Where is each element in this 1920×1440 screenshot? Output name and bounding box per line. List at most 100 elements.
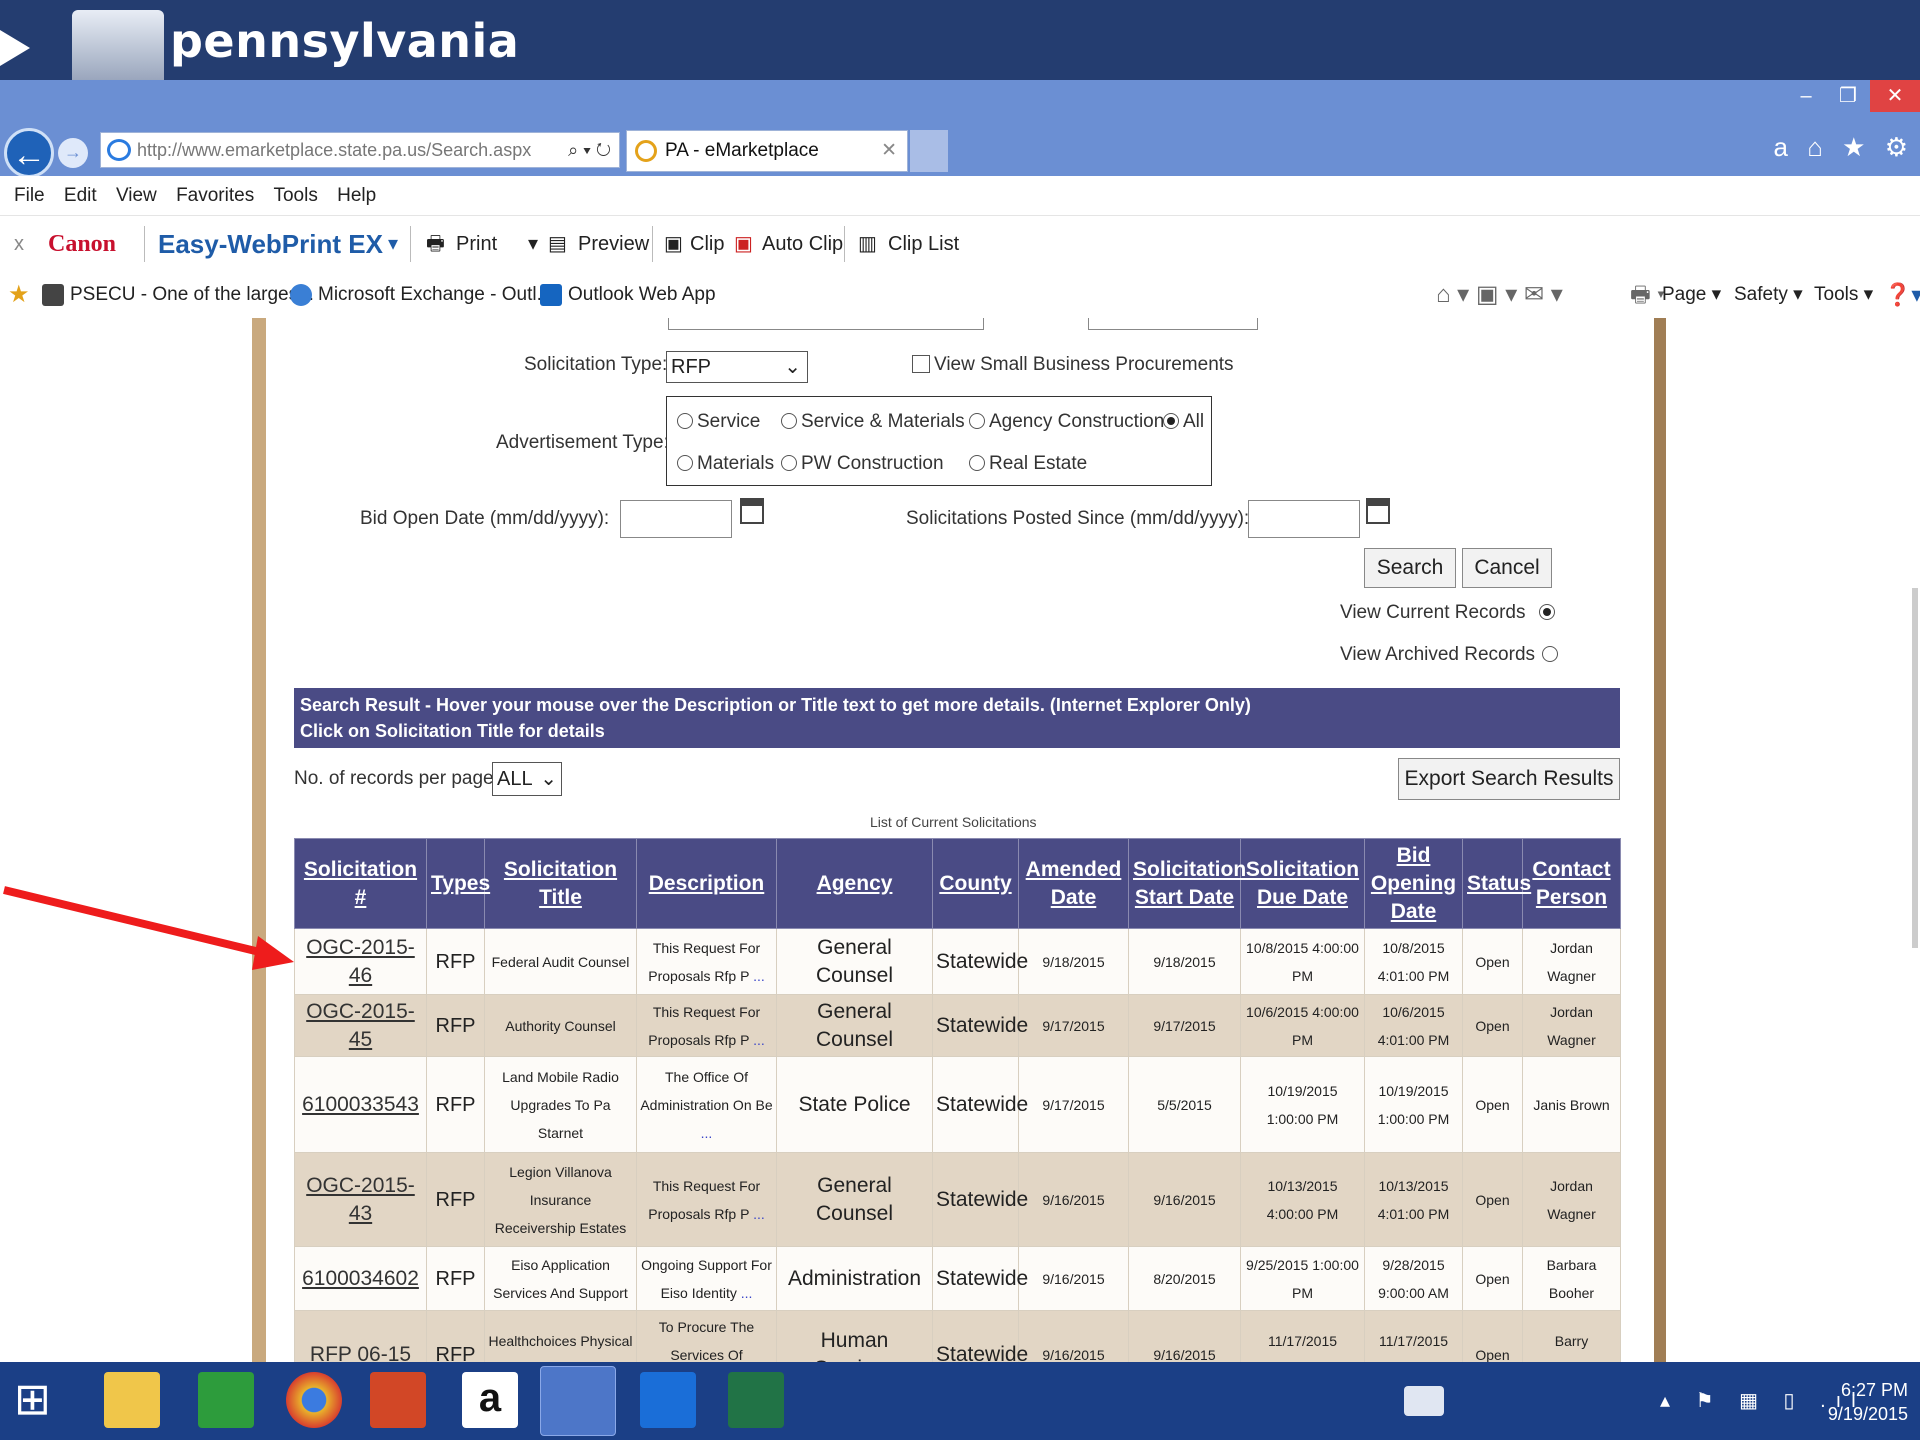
solicitation-number-link[interactable]: OGC-2015-45: [294, 994, 427, 1057]
col-county[interactable]: County: [932, 838, 1019, 929]
maximize-button[interactable]: ❐: [1828, 80, 1868, 112]
cancel-button[interactable]: Cancel: [1462, 548, 1552, 588]
tools-menu[interactable]: Tools ▾: [1814, 272, 1873, 318]
chevron-down-icon[interactable]: ▾: [528, 216, 538, 272]
export-results-button[interactable]: Export Search Results: [1398, 758, 1620, 800]
more-link[interactable]: ...: [741, 1285, 753, 1301]
close-tab-icon[interactable]: ✕: [881, 131, 897, 171]
posted-since-input[interactable]: [1248, 500, 1360, 538]
solicitation-number-link[interactable]: 6100033543: [294, 1056, 427, 1153]
radio-materials[interactable]: Materials: [677, 453, 774, 475]
solicitation-type-select[interactable]: RFP ⌄: [666, 351, 808, 383]
view-current-records[interactable]: View Current Records: [1340, 602, 1559, 624]
back-arrow-icon[interactable]: ←: [4, 128, 54, 178]
home-favorites-settings-icons[interactable]: a ⌂ ★ ⚙: [1774, 132, 1914, 163]
print-icon[interactable]: 🖶 ▾: [1630, 272, 1665, 318]
clip-button[interactable]: Clip: [690, 216, 724, 272]
minimize-button[interactable]: –: [1786, 80, 1826, 112]
favorites-star-icon[interactable]: ★: [8, 272, 30, 318]
favorite-exchange[interactable]: Microsoft Exchange - Outl...: [290, 272, 552, 318]
system-clock[interactable]: 6:27 PM 9/19/2015: [1828, 1378, 1908, 1426]
tab-emarketplace[interactable]: PA - eMarketplace ✕: [626, 130, 908, 172]
small-business-checkbox[interactable]: View Small Business Procurements: [912, 354, 1234, 376]
easy-webprint-menu[interactable]: Easy-WebPrint EX: [158, 216, 383, 272]
col-solicitation-number[interactable]: Solicitation #: [294, 838, 427, 929]
search-refresh-icon[interactable]: ⌕ ▾ ↻: [568, 133, 611, 167]
col-amended-date[interactable]: Amended Date: [1018, 838, 1129, 929]
windows-start-icon[interactable]: ⊞: [14, 1372, 70, 1428]
radio-agency-construction[interactable]: Agency Construction: [969, 411, 1164, 433]
chrome-icon[interactable]: [286, 1372, 342, 1428]
col-agency[interactable]: Agency: [776, 838, 933, 929]
radio-real-estate[interactable]: Real Estate: [969, 453, 1087, 475]
solicitation-title-cell[interactable]: Authority Counsel: [484, 994, 637, 1057]
print-button[interactable]: Print: [456, 216, 497, 272]
col-status[interactable]: Status: [1462, 838, 1531, 929]
toolbar-close[interactable]: x: [14, 216, 24, 272]
more-link[interactable]: ...: [753, 968, 765, 984]
col-solicitation-title[interactable]: Solicitation Title: [484, 838, 637, 929]
internet-explorer-icon[interactable]: [540, 1366, 616, 1436]
radio-icon[interactable]: [969, 455, 985, 471]
solicitation-title-cell[interactable]: Land Mobile Radio Upgrades To Pa Starnet: [484, 1056, 637, 1153]
radio-icon[interactable]: [677, 455, 693, 471]
radio-all[interactable]: All: [1163, 411, 1204, 433]
radio-service[interactable]: Service: [677, 411, 760, 433]
auto-clip-button[interactable]: Auto Clip: [762, 216, 843, 272]
radio-icon[interactable]: [781, 455, 797, 471]
amazon-icon[interactable]: a: [462, 1372, 518, 1428]
safety-menu[interactable]: Safety ▾: [1734, 272, 1803, 318]
home-feeds-mail-print-icons[interactable]: ⌂ ▾ ▣ ▾ ✉ ▾: [1436, 272, 1563, 318]
col-description[interactable]: Description: [636, 838, 777, 929]
col-bid-opening-date[interactable]: Bid Opening Date: [1364, 838, 1463, 929]
more-link[interactable]: ...: [753, 1206, 765, 1222]
radio-pw-construction[interactable]: PW Construction: [781, 453, 944, 475]
solicitation-title-cell[interactable]: Eiso Application Services And Support: [484, 1246, 637, 1311]
page-menu[interactable]: Page ▾: [1662, 272, 1721, 318]
county-input-cut[interactable]: [1088, 318, 1258, 330]
help-icon[interactable]: ❓▾: [1884, 272, 1920, 318]
col-due-date[interactable]: Solicitation Due Date: [1240, 838, 1365, 929]
store-icon[interactable]: [198, 1372, 254, 1428]
scrollbar-thumb[interactable]: [1912, 588, 1918, 948]
more-link[interactable]: ...: [701, 1125, 713, 1141]
powerpoint-icon[interactable]: [370, 1372, 426, 1428]
forward-arrow-icon[interactable]: →: [58, 138, 88, 168]
title-input-cut[interactable]: [668, 318, 984, 330]
records-per-page-select[interactable]: ALL ⌄: [492, 762, 562, 796]
col-contact-person[interactable]: Contact Person: [1522, 838, 1621, 929]
favorite-psecu[interactable]: PSECU - One of the larges...: [42, 272, 314, 318]
menu-favorites[interactable]: Favorites: [176, 185, 254, 206]
keyboard-icon[interactable]: [1404, 1386, 1444, 1416]
solicitation-number-link[interactable]: RFP 06-15: [294, 1310, 427, 1362]
solicitation-title-cell[interactable]: Federal Audit Counsel: [484, 928, 637, 995]
excel-icon[interactable]: [728, 1372, 784, 1428]
chevron-down-icon[interactable]: ▾: [388, 216, 398, 272]
calendar-icon[interactable]: [1366, 498, 1390, 524]
new-tab-button[interactable]: [910, 130, 948, 172]
checkbox-icon[interactable]: [912, 355, 930, 373]
radio-icon[interactable]: [1542, 646, 1559, 662]
bid-open-date-input[interactable]: [620, 500, 732, 538]
col-start-date[interactable]: Solicitation Start Date: [1128, 838, 1246, 929]
more-link[interactable]: ...: [753, 1032, 765, 1048]
radio-selected-icon[interactable]: [1163, 413, 1179, 429]
calendar-icon[interactable]: [740, 498, 764, 524]
radio-icon[interactable]: [677, 413, 693, 429]
solicitation-number-link[interactable]: 6100034602: [294, 1246, 427, 1311]
col-types[interactable]: Types: [426, 838, 490, 929]
solicitation-title-cell[interactable]: Legion Villanova Insurance Receivership …: [484, 1152, 637, 1247]
radio-selected-icon[interactable]: [1538, 604, 1555, 620]
outlook-icon[interactable]: [640, 1372, 696, 1428]
menu-edit[interactable]: Edit: [64, 185, 97, 206]
menu-file[interactable]: File: [14, 185, 45, 206]
solicitation-number-link[interactable]: OGC-2015-46: [294, 928, 427, 995]
file-explorer-icon[interactable]: [104, 1372, 160, 1428]
favorite-owa[interactable]: Outlook Web App: [540, 272, 716, 318]
solicitation-title-cell[interactable]: Healthchoices Physical Health: [484, 1310, 637, 1362]
radio-icon[interactable]: [969, 413, 985, 429]
menu-view[interactable]: View: [116, 185, 157, 206]
view-archived-records[interactable]: View Archived Records: [1340, 644, 1562, 666]
close-window-button[interactable]: ✕: [1870, 80, 1920, 112]
menu-help[interactable]: Help: [337, 185, 376, 206]
